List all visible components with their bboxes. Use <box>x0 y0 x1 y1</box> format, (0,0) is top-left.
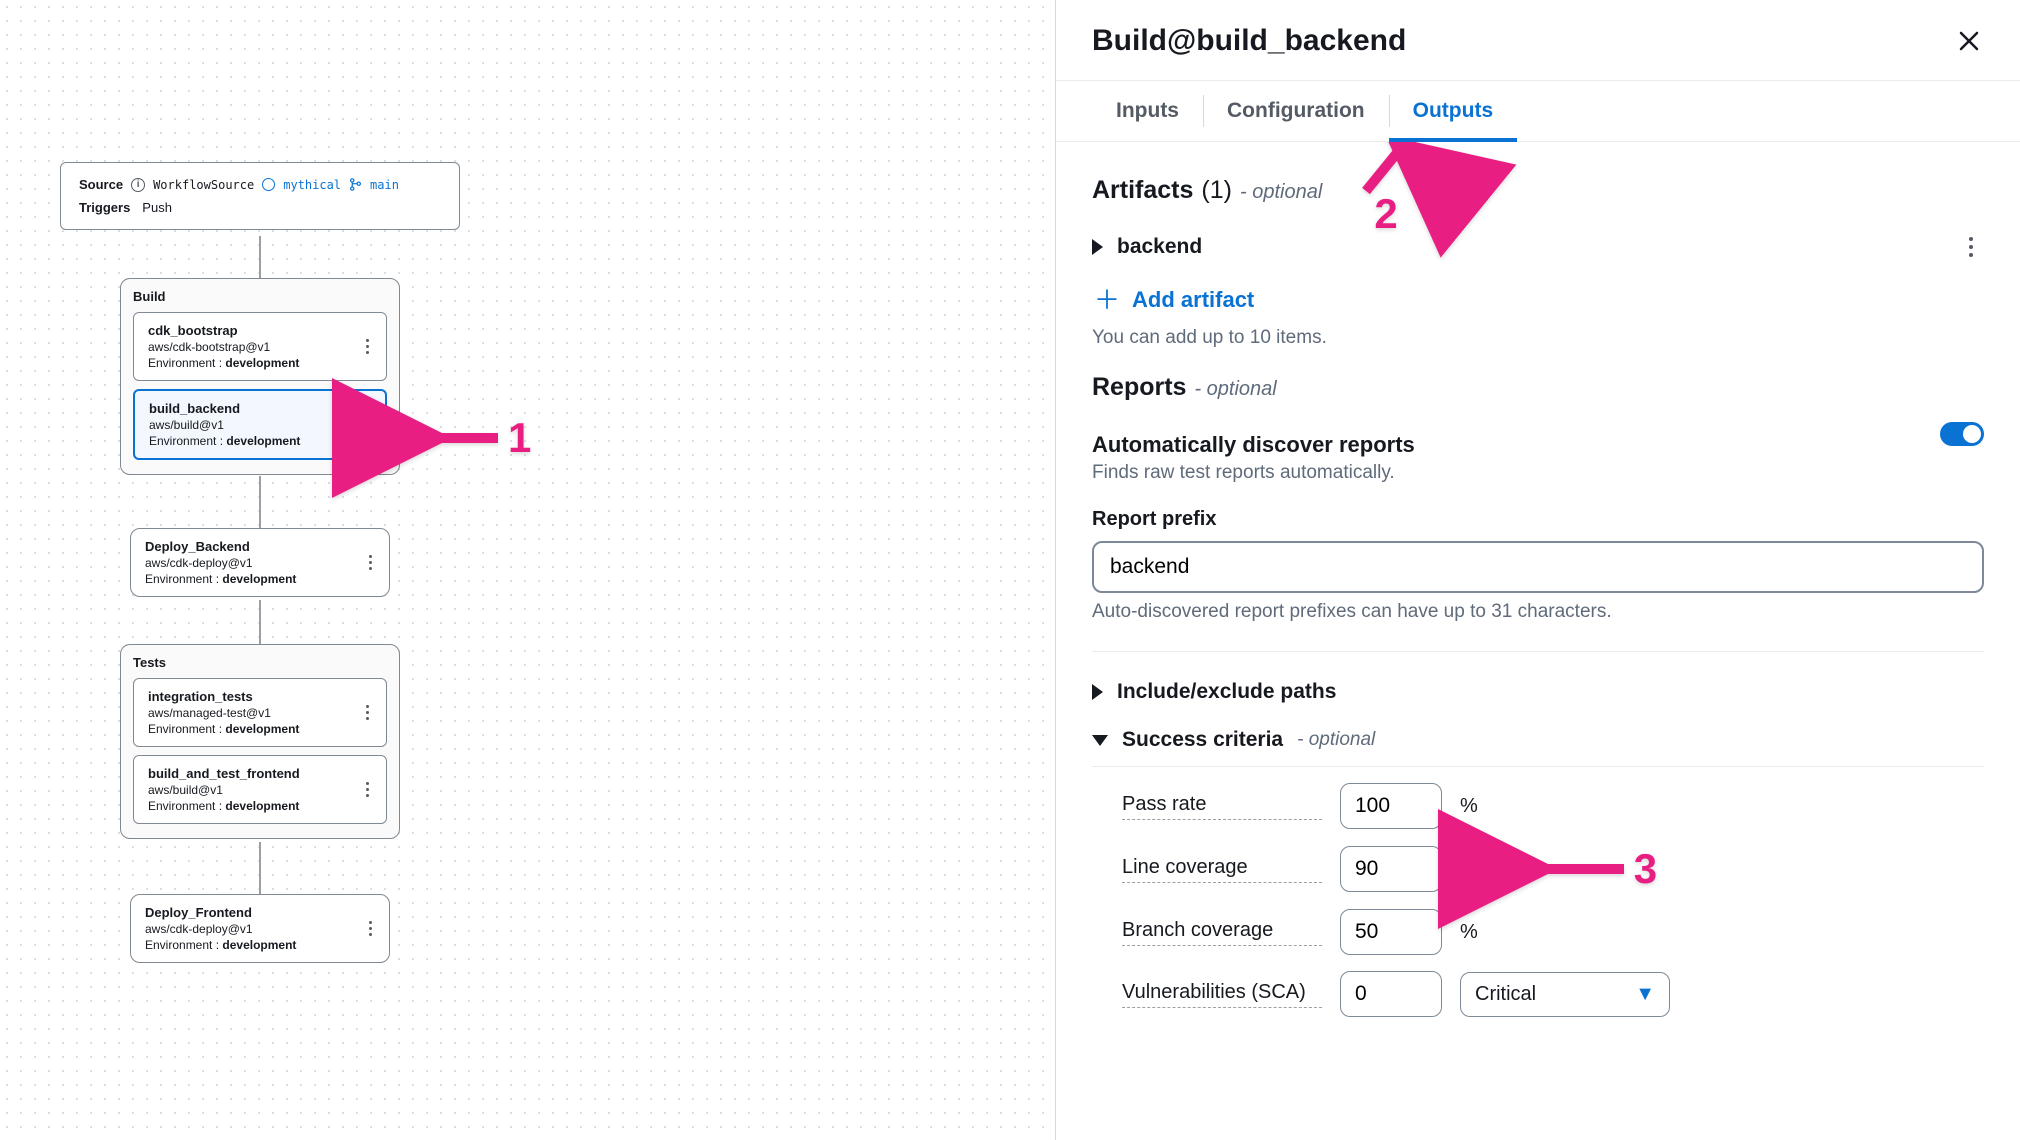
group-tests: Tests integration_tests aws/managed-test… <box>120 644 400 839</box>
kebab-icon[interactable] <box>355 410 377 440</box>
side-panel: Build@build_backend Inputs Configuration… <box>1055 0 2020 1140</box>
workflow-canvas[interactable]: Source i WorkflowSource mythical main Tr… <box>0 0 1055 1140</box>
kebab-icon[interactable] <box>356 698 378 728</box>
chevron-down-icon: ▼ <box>1635 983 1655 1006</box>
connector <box>259 476 261 528</box>
report-prefix-label: Report prefix <box>1092 508 1984 531</box>
repo-icon <box>262 178 275 191</box>
collapse-caret-icon[interactable] <box>1092 735 1108 746</box>
node-integration-tests[interactable]: integration_tests aws/managed-test@v1 En… <box>133 678 387 747</box>
node-sub: aws/cdk-bootstrap@v1 <box>148 340 372 354</box>
node-build-test-frontend[interactable]: build_and_test_frontend aws/build@v1 Env… <box>133 755 387 824</box>
group-build: Build cdk_bootstrap aws/cdk-bootstrap@v1… <box>120 278 400 475</box>
source-name: WorkflowSource <box>153 178 254 192</box>
triggers-value: Push <box>142 200 172 215</box>
expand-caret-icon[interactable] <box>1092 684 1103 700</box>
success-criteria-label[interactable]: Success criteria <box>1122 728 1283 752</box>
node-sub: aws/cdk-deploy@v1 <box>145 556 375 570</box>
kebab-icon[interactable] <box>359 548 381 578</box>
branch-coverage-label: Branch coverage <box>1122 919 1322 946</box>
panel-title: Build@build_backend <box>1092 24 1406 58</box>
node-sub: aws/managed-test@v1 <box>148 706 372 720</box>
node-title: cdk_bootstrap <box>148 323 372 338</box>
tab-inputs[interactable]: Inputs <box>1092 81 1203 141</box>
node-sub: aws/cdk-deploy@v1 <box>145 922 375 936</box>
auto-discover-toggle[interactable] <box>1940 422 1984 446</box>
node-deploy-backend[interactable]: Deploy_Backend aws/cdk-deploy@v1 Environ… <box>130 528 390 597</box>
reports-heading: Reports - optional <box>1092 373 1984 402</box>
triggers-label: Triggers <box>79 200 130 215</box>
connector <box>259 842 261 894</box>
kebab-icon[interactable] <box>356 332 378 362</box>
group-title: Tests <box>133 655 387 670</box>
unit: % <box>1460 795 1478 818</box>
node-title: build_and_test_frontend <box>148 766 372 781</box>
annotation-arrow-2: 2 <box>1356 142 1416 238</box>
node-title: integration_tests <box>148 689 372 704</box>
vuln-input[interactable] <box>1340 971 1442 1017</box>
line-coverage-label: Line coverage <box>1122 856 1322 883</box>
branch-icon <box>349 178 362 191</box>
auto-discover-label: Automatically discover reports <box>1092 432 1415 458</box>
close-icon[interactable] <box>1954 26 1984 56</box>
expand-caret-icon[interactable] <box>1092 239 1103 255</box>
node-sub: aws/build@v1 <box>149 418 371 432</box>
artifact-row[interactable]: backend <box>1092 221 1984 277</box>
unit: % <box>1460 858 1478 881</box>
divider <box>1092 766 1984 767</box>
report-prefix-help: Auto-discovered report prefixes can have… <box>1092 601 1984 623</box>
pass-rate-label: Pass rate <box>1122 793 1322 820</box>
report-prefix-input[interactable] <box>1092 541 1984 593</box>
auto-discover-help: Finds raw test reports automatically. <box>1092 462 1415 484</box>
source-branch[interactable]: main <box>370 178 399 192</box>
plus-icon: ＋ <box>1094 287 1120 313</box>
kebab-icon[interactable] <box>1958 231 1984 263</box>
node-cdk-bootstrap[interactable]: cdk_bootstrap aws/cdk-bootstrap@v1 Envir… <box>133 312 387 381</box>
branch-coverage-input[interactable] <box>1340 909 1442 955</box>
source-label: Source <box>79 177 123 192</box>
tab-outputs[interactable]: Outputs <box>1389 81 1517 141</box>
annotation-arrow-3: 3 <box>1526 845 1657 893</box>
source-node[interactable]: Source i WorkflowSource mythical main Tr… <box>60 162 460 230</box>
connector <box>259 600 261 644</box>
node-deploy-frontend[interactable]: Deploy_Frontend aws/cdk-deploy@v1 Enviro… <box>130 894 390 963</box>
source-repo[interactable]: mythical <box>283 178 341 192</box>
node-title: build_backend <box>149 401 371 416</box>
info-icon[interactable]: i <box>131 178 145 192</box>
unit: % <box>1460 921 1478 944</box>
kebab-icon[interactable] <box>359 914 381 944</box>
pass-rate-input[interactable] <box>1340 783 1442 829</box>
node-sub: aws/build@v1 <box>148 783 372 797</box>
vuln-label: Vulnerabilities (SCA) <box>1122 981 1322 1008</box>
tabs: Inputs Configuration Outputs <box>1056 81 2020 142</box>
node-title: Deploy_Backend <box>145 539 375 554</box>
artifacts-heading: Artifacts (1) - optional <box>1092 176 1984 205</box>
include-exclude-label[interactable]: Include/exclude paths <box>1117 680 1336 704</box>
add-artifact-button[interactable]: ＋ Add artifact <box>1092 277 1984 321</box>
connector <box>259 236 261 278</box>
node-title: Deploy_Frontend <box>145 905 375 920</box>
vuln-severity-select[interactable]: Critical ▼ <box>1460 972 1670 1017</box>
group-title: Build <box>133 289 387 304</box>
line-coverage-input[interactable] <box>1340 846 1442 892</box>
kebab-icon[interactable] <box>356 775 378 805</box>
annotation-arrow-1: 1 <box>420 414 531 462</box>
tab-configuration[interactable]: Configuration <box>1203 81 1389 141</box>
node-build-backend[interactable]: build_backend aws/build@v1 Environment :… <box>133 389 387 460</box>
artifact-helper: You can add up to 10 items. <box>1092 327 1984 349</box>
divider <box>1092 651 1984 652</box>
artifact-name: backend <box>1117 235 1202 259</box>
